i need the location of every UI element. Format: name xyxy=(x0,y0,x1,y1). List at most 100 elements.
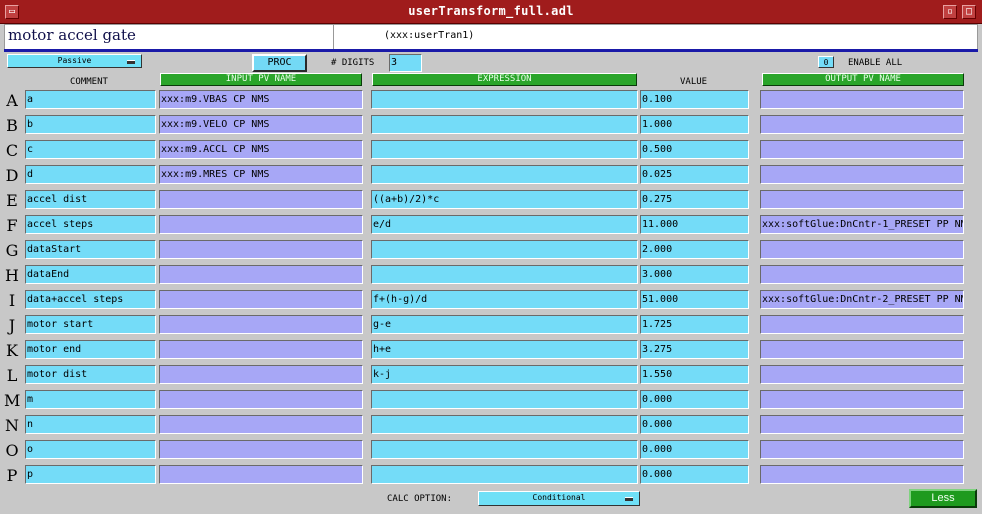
window-titlebar[interactable]: userTransform_full.adl ▭ ▫ □ xyxy=(0,0,982,24)
input-pv-field[interactable] xyxy=(159,340,363,359)
expression-field[interactable] xyxy=(371,90,638,109)
expression-field[interactable] xyxy=(371,415,638,434)
value-field: 0.000 xyxy=(640,415,749,434)
output-pv-field[interactable] xyxy=(760,240,964,259)
output-pv-field[interactable] xyxy=(760,315,964,334)
digits-input[interactable]: 3 xyxy=(389,54,422,72)
value-field: 0.500 xyxy=(640,140,749,159)
output-pv-field[interactable] xyxy=(760,465,964,484)
expression-field[interactable] xyxy=(371,265,638,284)
expression-field[interactable]: g-e xyxy=(371,315,638,334)
output-pv-field[interactable] xyxy=(760,340,964,359)
input-pv-field[interactable]: xxx:m9.VBAS CP NMS xyxy=(159,90,363,109)
maximize-icon[interactable]: □ xyxy=(962,5,976,19)
enable-all-button[interactable]: 0 xyxy=(818,56,834,68)
row-letter: E xyxy=(6,191,18,210)
input-pv-field[interactable] xyxy=(159,315,363,334)
output-pv-field[interactable] xyxy=(760,140,964,159)
comment-column-header: COMMENT xyxy=(70,77,108,87)
output-pv-field[interactable] xyxy=(760,365,964,384)
input-pv-field[interactable] xyxy=(159,365,363,384)
comment-field[interactable]: dataEnd xyxy=(25,265,156,284)
row-letter: I xyxy=(8,291,16,310)
input-pv-field[interactable] xyxy=(159,440,363,459)
comment-field[interactable]: accel steps xyxy=(25,215,156,234)
output-pv-field[interactable] xyxy=(760,390,964,409)
comment-field[interactable]: m xyxy=(25,390,156,409)
comment-field[interactable]: motor start xyxy=(25,315,156,334)
input-pv-field[interactable]: xxx:m9.MRES CP NMS xyxy=(159,165,363,184)
output-pv-field[interactable]: xxx:softGlue:DnCntr-1_PRESET PP NMS xyxy=(760,215,964,234)
value-field: 3.275 xyxy=(640,340,749,359)
expression-field[interactable]: k-j xyxy=(371,365,638,384)
expression-field[interactable] xyxy=(371,165,638,184)
row-letter: D xyxy=(5,166,19,185)
input-pv-field[interactable]: xxx:m9.VELO CP NMS xyxy=(159,115,363,134)
input-pv-field[interactable] xyxy=(159,290,363,309)
comment-field[interactable]: motor dist xyxy=(25,365,156,384)
input-pv-field[interactable]: xxx:m9.ACCL CP NMS xyxy=(159,140,363,159)
header-underline xyxy=(4,49,978,52)
calc-option-value: Conditional xyxy=(532,493,586,502)
less-button[interactable]: Less xyxy=(909,489,977,508)
input-pv-field[interactable] xyxy=(159,190,363,209)
row-letter: L xyxy=(6,366,18,385)
value-column-header: VALUE xyxy=(680,77,708,87)
input-pv-field[interactable] xyxy=(159,465,363,484)
expression-field[interactable]: ((a+b)/2)*c xyxy=(371,190,638,209)
output-pv-field[interactable] xyxy=(760,190,964,209)
output-pv-field[interactable] xyxy=(760,415,964,434)
expression-field[interactable]: f+(h-g)/d xyxy=(371,290,638,309)
input-pv-field[interactable] xyxy=(159,215,363,234)
value-field: 0.275 xyxy=(640,190,749,209)
expression-field[interactable] xyxy=(371,390,638,409)
value-field: 0.000 xyxy=(640,390,749,409)
expression-field[interactable] xyxy=(371,115,638,134)
comment-field[interactable]: d xyxy=(25,165,156,184)
output-pv-field[interactable] xyxy=(760,440,964,459)
proc-button[interactable]: PROC xyxy=(252,54,307,72)
comment-field[interactable]: a xyxy=(25,90,156,109)
output-pv-field[interactable] xyxy=(760,115,964,134)
output-pv-field[interactable] xyxy=(760,90,964,109)
input-pv-field[interactable] xyxy=(159,415,363,434)
comment-field[interactable]: b xyxy=(25,115,156,134)
comment-field[interactable]: n xyxy=(25,415,156,434)
input-pv-field[interactable] xyxy=(159,265,363,284)
header-divider xyxy=(333,25,334,49)
window-menu-icon[interactable]: ▭ xyxy=(5,5,19,19)
scan-mode-menu[interactable]: Passive xyxy=(7,54,142,68)
value-field: 3.000 xyxy=(640,265,749,284)
expression-field[interactable] xyxy=(371,140,638,159)
record-name: (xxx:userTran1) xyxy=(384,30,475,41)
expression-field[interactable]: h+e xyxy=(371,340,638,359)
input-pv-field[interactable] xyxy=(159,240,363,259)
calc-option-menu[interactable]: Conditional xyxy=(478,491,640,506)
row-letter: A xyxy=(6,91,18,110)
comment-field[interactable]: motor end xyxy=(25,340,156,359)
comment-field[interactable]: data+accel steps xyxy=(25,290,156,309)
output-pv-field[interactable]: xxx:softGlue:DnCntr-2_PRESET PP NMS xyxy=(760,290,964,309)
expression-field[interactable]: e/d xyxy=(371,215,638,234)
minimize-icon[interactable]: ▫ xyxy=(943,5,957,19)
value-field: 0.000 xyxy=(640,465,749,484)
row-letter: N xyxy=(5,416,19,435)
row-letter: H xyxy=(5,266,19,285)
comment-field[interactable]: dataStart xyxy=(25,240,156,259)
row-letter: M xyxy=(4,391,21,410)
expression-field[interactable] xyxy=(371,240,638,259)
page-title: motor accel gate xyxy=(8,26,136,44)
expression-field[interactable] xyxy=(371,440,638,459)
input-pv-field[interactable] xyxy=(159,390,363,409)
digits-label: # DIGITS xyxy=(331,58,375,68)
comment-field[interactable]: o xyxy=(25,440,156,459)
row-letter: O xyxy=(5,441,19,460)
output-pv-field[interactable] xyxy=(760,165,964,184)
enable-all-label: ENABLE ALL xyxy=(848,58,903,68)
comment-field[interactable]: p xyxy=(25,465,156,484)
output-pv-field[interactable] xyxy=(760,265,964,284)
comment-field[interactable]: c xyxy=(25,140,156,159)
expression-field[interactable] xyxy=(371,465,638,484)
row-letter: J xyxy=(8,316,16,335)
comment-field[interactable]: accel dist xyxy=(25,190,156,209)
